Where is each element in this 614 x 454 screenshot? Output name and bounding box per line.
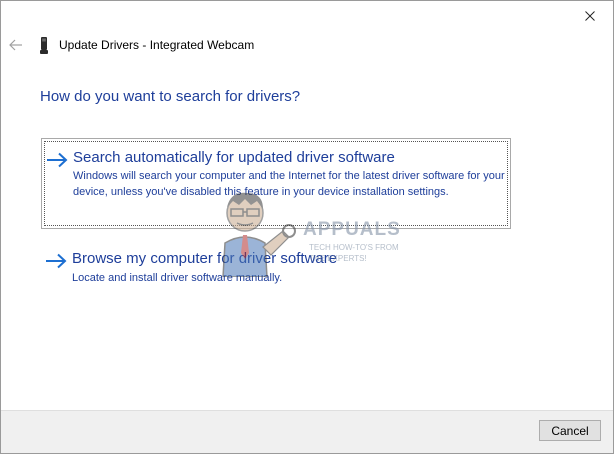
browse-computer-option[interactable]: Browse my computer for driver software L… [41,245,511,291]
page-heading: How do you want to search for drivers? [40,88,301,105]
option-title: Search automatically for updated driver … [73,149,395,166]
right-arrow-icon [47,152,68,168]
option-description: Windows will search your computer and th… [73,170,505,198]
cancel-button[interactable]: Cancel [539,420,601,441]
back-button[interactable] [7,35,25,55]
close-button[interactable] [575,5,605,27]
back-arrow-icon [9,39,22,51]
search-automatically-option[interactable]: Search automatically for updated driver … [41,138,511,229]
option-description: Locate and install driver software manua… [72,272,283,284]
option-title: Browse my computer for driver software [72,250,338,267]
update-drivers-dialog: Update Drivers - Integrated Webcam How d… [0,0,614,454]
webcam-device-icon [40,37,48,54]
close-icon [585,11,595,21]
right-arrow-icon [46,253,67,269]
window-title: Update Drivers - Integrated Webcam [59,38,255,52]
dialog-footer: Cancel [1,410,613,453]
